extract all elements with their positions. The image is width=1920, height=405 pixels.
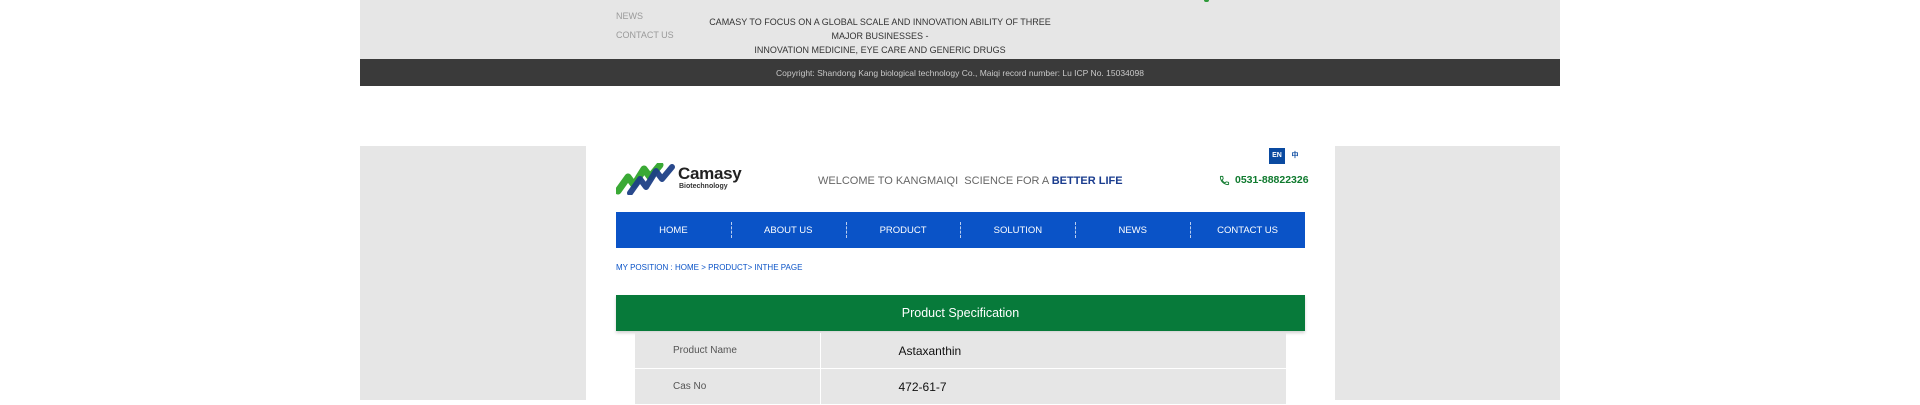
main-nav: HOME ABOUT US PRODUCT SOLUTION NEWS CONT… [616, 212, 1305, 248]
copyright-text: Copyright: Shandong Kang biological tech… [776, 67, 1144, 78]
spec-table: Product Name Astaxanthin Cas No 472-61-7 [635, 333, 1286, 405]
main-container: Camasy Biotechnology WELCOME TO KANGMAIQ… [586, 146, 1335, 405]
footer-tagline: CAMASY TO FOCUS ON A GLOBAL SCALE AND IN… [700, 15, 1060, 57]
nav-item-news[interactable]: NEWS [1075, 212, 1190, 248]
logo[interactable]: Camasy Biotechnology [614, 161, 746, 196]
page: Camasy Biotechnology WELCOME TO KANGMAIQ… [360, 146, 1560, 405]
table-row: Cas No 472-61-7 [635, 368, 1286, 405]
welcome-text: WELCOME TO KANGMAIQI SCIENCE FOR A [818, 175, 1052, 187]
logo-subtext: Biotechnology [679, 183, 728, 190]
phone-number[interactable]: 0531-88822326 [1235, 174, 1309, 186]
logo-mark-icon [614, 161, 675, 196]
nav-item-home[interactable]: HOME [616, 212, 731, 248]
spec-title: Product Specification [616, 295, 1305, 331]
footer-tagline-line2: INNOVATION MEDICINE, EYE CARE AND GENERI… [754, 45, 1006, 55]
footer-tagline-line1: CAMASY TO FOCUS ON A GLOBAL SCALE AND IN… [709, 17, 1051, 41]
logo-text: Camasy [678, 164, 742, 183]
lang-en-button[interactable]: EN [1269, 148, 1285, 164]
language-switcher: EN 中 [1269, 148, 1303, 164]
welcome-highlight: BETTER LIFE [1051, 175, 1123, 187]
spec-value-cas-no: 472-61-7 [820, 368, 1286, 405]
footer-link-news[interactable]: NEWS [616, 11, 643, 21]
table-row: Product Name Astaxanthin [635, 333, 1286, 369]
phone-contact: 0531-88822326 [1219, 174, 1309, 186]
nav-item-product[interactable]: PRODUCT [845, 212, 961, 248]
nav-item-about-us[interactable]: ABOUT US [730, 212, 846, 248]
phone-icon [1219, 175, 1230, 185]
copyright-bar: Copyright: Shandong Kang biological tech… [360, 59, 1560, 86]
nav-item-solution[interactable]: SOLUTION [960, 212, 1075, 248]
spec-label-cas-no: Cas No [635, 368, 821, 405]
spec-value-product-name: Astaxanthin [820, 333, 1286, 369]
breadcrumb[interactable]: MY POSITION : HOME > PRODUCT> INTHE PAGE [616, 263, 802, 272]
welcome-slogan: WELCOME TO KANGMAIQI SCIENCE FOR A BETTE… [818, 175, 1123, 187]
footer-link-contact-us[interactable]: CONTACT US [616, 30, 674, 40]
footer: NEWS CONTACT US CAMASY TO FOCUS ON A GLO… [360, 0, 1560, 59]
footer-decoration [1204, 0, 1209, 2]
spec-label-product-name: Product Name [635, 333, 821, 369]
lang-zh-button[interactable]: 中 [1287, 148, 1303, 164]
nav-item-contact-us[interactable]: CONTACT US [1190, 212, 1305, 248]
